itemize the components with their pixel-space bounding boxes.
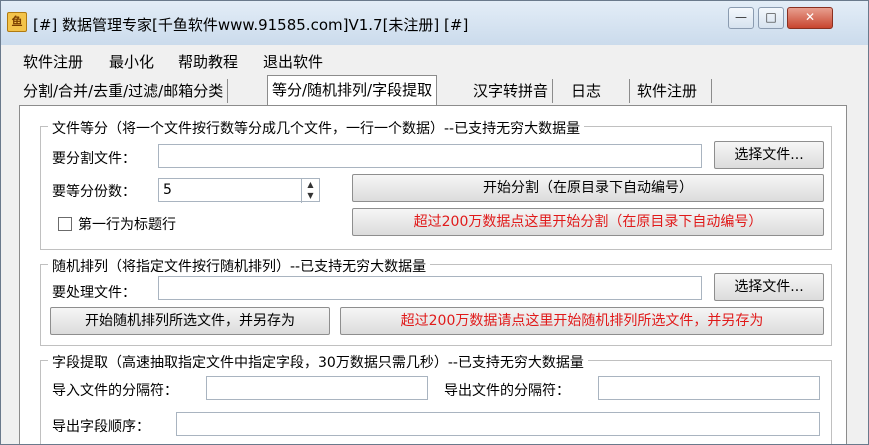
app-logo-icon: 鱼 — [7, 12, 27, 32]
split-count-value: 5 — [163, 182, 172, 198]
split-count-stepper[interactable]: 5 ▲ ▼ — [158, 178, 320, 203]
split-file-input[interactable] — [158, 144, 702, 168]
split-big-data-button[interactable]: 超过200万数据点这里开始分割（在原目录下自动编号） — [352, 208, 824, 236]
tab-log[interactable]: 日志 — [567, 79, 630, 103]
shuffle-choose-file-button[interactable]: 选择文件... — [714, 273, 824, 301]
shuffle-file-input[interactable] — [158, 276, 702, 300]
export-separator-label: 导出文件的分隔符： — [444, 383, 570, 399]
tab-register[interactable]: 软件注册 — [633, 79, 712, 103]
import-separator-label: 导入文件的分隔符： — [52, 383, 178, 399]
split-file-label: 要分割文件： — [52, 151, 136, 167]
extract-legend: 字段提取（高速抽取指定文件中指定字段，30万数据只需几秒）--已支持无穷大数据量 — [48, 352, 588, 372]
menu-bar: 软件注册 最小化 帮助教程 退出软件 — [1, 48, 868, 72]
import-separator-input[interactable] — [206, 376, 428, 400]
close-icon[interactable]: ✕ — [787, 7, 833, 29]
menu-help[interactable]: 帮助教程 — [178, 51, 238, 72]
shuffle-start-button[interactable]: 开始随机排列所选文件，并另存为 — [50, 307, 330, 335]
field-order-input[interactable] — [176, 412, 820, 436]
menu-register[interactable]: 软件注册 — [23, 51, 83, 72]
maximize-icon[interactable]: □ — [758, 7, 784, 29]
shuffle-file-label: 要处理文件： — [52, 285, 136, 301]
tab-bar: 分割/合并/去重/过滤/邮箱分类 等分/随机排列/字段提取 汉字转拼音 日志 软… — [1, 75, 868, 106]
split-choose-file-button[interactable]: 选择文件... — [714, 141, 824, 169]
spin-up-icon[interactable]: ▲ — [302, 179, 319, 190]
tab-pinyin[interactable]: 汉字转拼音 — [469, 79, 554, 103]
spin-down-icon[interactable]: ▼ — [302, 190, 319, 201]
shuffle-legend: 随机排列（将指定文件按行随机排列）--已支持无穷大数据量 — [48, 256, 431, 276]
menu-exit[interactable]: 退出软件 — [263, 51, 323, 72]
window-title: [#] 数据管理专家[千鱼软件www.91585.com]V1.7[未注册] [… — [33, 16, 469, 34]
shuffle-big-data-button[interactable]: 超过200万数据请点这里开始随机排列所选文件，并另存为 — [340, 307, 824, 335]
split-legend: 文件等分（将一个文件按行数等分成几个文件，一行一个数据）--已支持无穷大数据量 — [48, 118, 585, 138]
export-separator-input[interactable] — [598, 376, 820, 400]
split-start-button[interactable]: 开始分割（在原目录下自动编号） — [352, 174, 824, 202]
split-count-label: 要等分份数： — [52, 184, 136, 200]
field-order-label: 导出字段顺序： — [52, 419, 150, 435]
tab-equal-split[interactable]: 等分/随机排列/字段提取 — [267, 75, 438, 106]
spin-buttons[interactable]: ▲ ▼ — [301, 179, 319, 203]
tab-split-merge[interactable]: 分割/合并/去重/过滤/邮箱分类 — [19, 79, 229, 103]
menu-minimize[interactable]: 最小化 — [109, 51, 154, 72]
title-bar[interactable]: 鱼 [#] 数据管理专家[千鱼软件www.91585.com]V1.7[未注册]… — [1, 1, 868, 45]
header-row-checkbox[interactable] — [58, 217, 72, 231]
app-window: 鱼 [#] 数据管理专家[千鱼软件www.91585.com]V1.7[未注册]… — [0, 0, 869, 445]
minimize-icon[interactable]: — — [728, 7, 754, 29]
tab-panel: 文件等分（将一个文件按行数等分成几个文件，一行一个数据）--已支持无穷大数据量 … — [19, 105, 847, 444]
header-row-label: 第一行为标题行 — [78, 217, 176, 233]
